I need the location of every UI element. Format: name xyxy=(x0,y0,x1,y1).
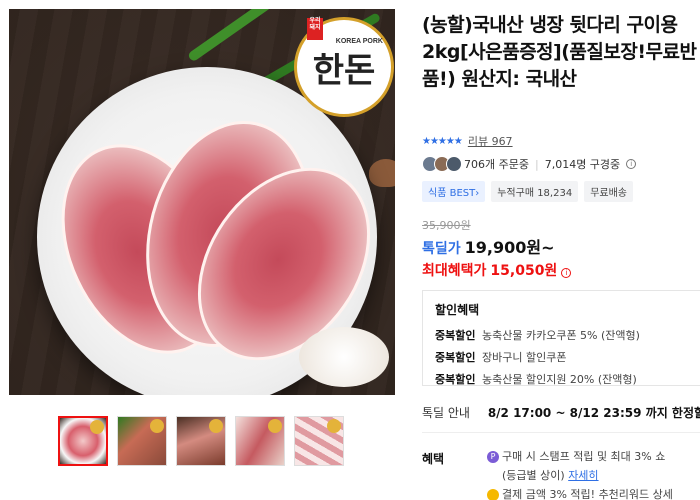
info-icon[interactable]: i xyxy=(561,268,572,278)
max-benefit-price: 15,050원 xyxy=(490,263,558,279)
original-price: 35,900원 xyxy=(422,219,471,232)
benefit-label: 혜택 xyxy=(422,452,445,466)
discount-item-text: 농축산물 카카오쿠폰 5% (잔액형) xyxy=(481,329,640,342)
discount-item: 중복할인 농축산물 카카오쿠폰 5% (잔액형) xyxy=(435,327,700,343)
point-icon: P xyxy=(487,451,499,463)
watcher-count: 7,014명 구경중 xyxy=(544,158,621,171)
product-info: (농할)국내산 냉장 뒷다리 구이용2kg[사은품증정](품질보장!무료반품!)… xyxy=(422,12,700,93)
garlic xyxy=(299,327,389,387)
free-shipping-badge: 무료배송 xyxy=(584,181,634,202)
coin-icon xyxy=(487,489,499,500)
product-title: (농할)국내산 냉장 뒷다리 구이용2kg[사은품증정](품질보장!무료반품!)… xyxy=(422,14,697,90)
benefit-line: P 구매 시 스탬프 적립 및 최대 3% 쇼 xyxy=(487,448,700,464)
thumbnail-2[interactable] xyxy=(117,416,167,466)
thumbnail-1[interactable] xyxy=(58,416,108,466)
info-icon[interactable]: i xyxy=(626,159,637,169)
discount-item: 중복할인 농축산물 할인지원 20% (잔액형) xyxy=(435,371,700,387)
max-benefit-label: 최대혜택가 xyxy=(422,263,487,279)
star-rating-icon: ★★★★★ xyxy=(422,135,463,147)
discount-box: 할인혜택 중복할인 농축산물 카카오쿠폰 5% (잔액형) 중복할인 장바구니 … xyxy=(422,290,700,386)
timed-deal-row: 톡딜 안내 8/2 17:00 ~ 8/12 23:59 까지 한정할인 xyxy=(422,404,700,421)
logo-sub-text: KOREA PORK xyxy=(335,38,383,45)
thumbnail-strip xyxy=(58,416,344,466)
discount-item: 중복할인 장바구니 할인쿠폰 xyxy=(435,349,700,365)
food-best-badge[interactable]: 식품 BEST› xyxy=(422,181,486,202)
divider xyxy=(422,432,700,433)
separator: | xyxy=(534,157,539,171)
review-count-link[interactable]: 리뷰 967 xyxy=(468,133,513,149)
benefit-line: 결제 금액 3% 적립! 추천리워드 상세 xyxy=(487,486,700,500)
discount-title: 할인혜택 xyxy=(435,303,480,317)
max-benefit-row: 최대혜택가 15,050원 i xyxy=(422,260,572,280)
deal-price-label: 톡딜가 xyxy=(422,241,461,257)
benefit-text: 구매 시 스탬프 적립 및 최대 3% 쇼 xyxy=(502,450,666,463)
hanwoo-pork-logo: 우리돼지 KOREA PORK 한돈 xyxy=(294,17,394,117)
deal-price-row: 톡딜가 19,900원~ xyxy=(422,234,555,258)
logo-text: 한돈 xyxy=(312,50,376,91)
deal-price: 19,900원~ xyxy=(464,238,555,257)
timed-deal-label: 톡딜 안내 xyxy=(422,406,470,420)
logo-tag: 우리돼지 xyxy=(307,18,323,40)
benefit-detail-link[interactable]: 자세히 xyxy=(568,469,598,482)
discount-item-label: 중복할인 xyxy=(435,329,476,342)
product-main-image: 우리돼지 KOREA PORK 한돈 xyxy=(9,9,395,395)
order-count: 706개 주문중 xyxy=(464,158,529,171)
thumbnail-4[interactable] xyxy=(235,416,285,466)
thumbnail-3[interactable] xyxy=(176,416,226,466)
discount-item-label: 중복할인 xyxy=(435,373,476,386)
discount-item-label: 중복할인 xyxy=(435,351,476,364)
benefit-text: 결제 금액 3% 적립! 추천리워드 상세 xyxy=(502,488,673,500)
benefit-text: (등급별 상이) xyxy=(502,469,565,482)
timed-deal-value: 8/2 17:00 ~ 8/12 23:59 까지 한정할인 xyxy=(487,406,700,420)
benefit-line: (등급별 상이) 자세히 xyxy=(487,467,700,483)
mushroom xyxy=(369,159,395,187)
discount-item-text: 장바구니 할인쿠폰 xyxy=(481,351,567,364)
discount-item-text: 농축산물 할인지원 20% (잔액형) xyxy=(481,373,637,386)
rating-row: ★★★★★ 리뷰 967 xyxy=(422,133,513,149)
benefit-list: P 구매 시 스탬프 적립 및 최대 3% 쇼 (등급별 상이) 자세히 결제 금… xyxy=(487,448,700,500)
buyer-activity-row: 706개 주문중 | 7,014명 구경중 i xyxy=(422,156,637,172)
thumbnail-5[interactable] xyxy=(294,416,344,466)
cumulative-purchase-badge: 누적구매 18,234 xyxy=(491,181,579,202)
buyer-avatars xyxy=(422,156,462,172)
product-badges: 식품 BEST› 누적구매 18,234 무료배송 xyxy=(422,181,634,202)
